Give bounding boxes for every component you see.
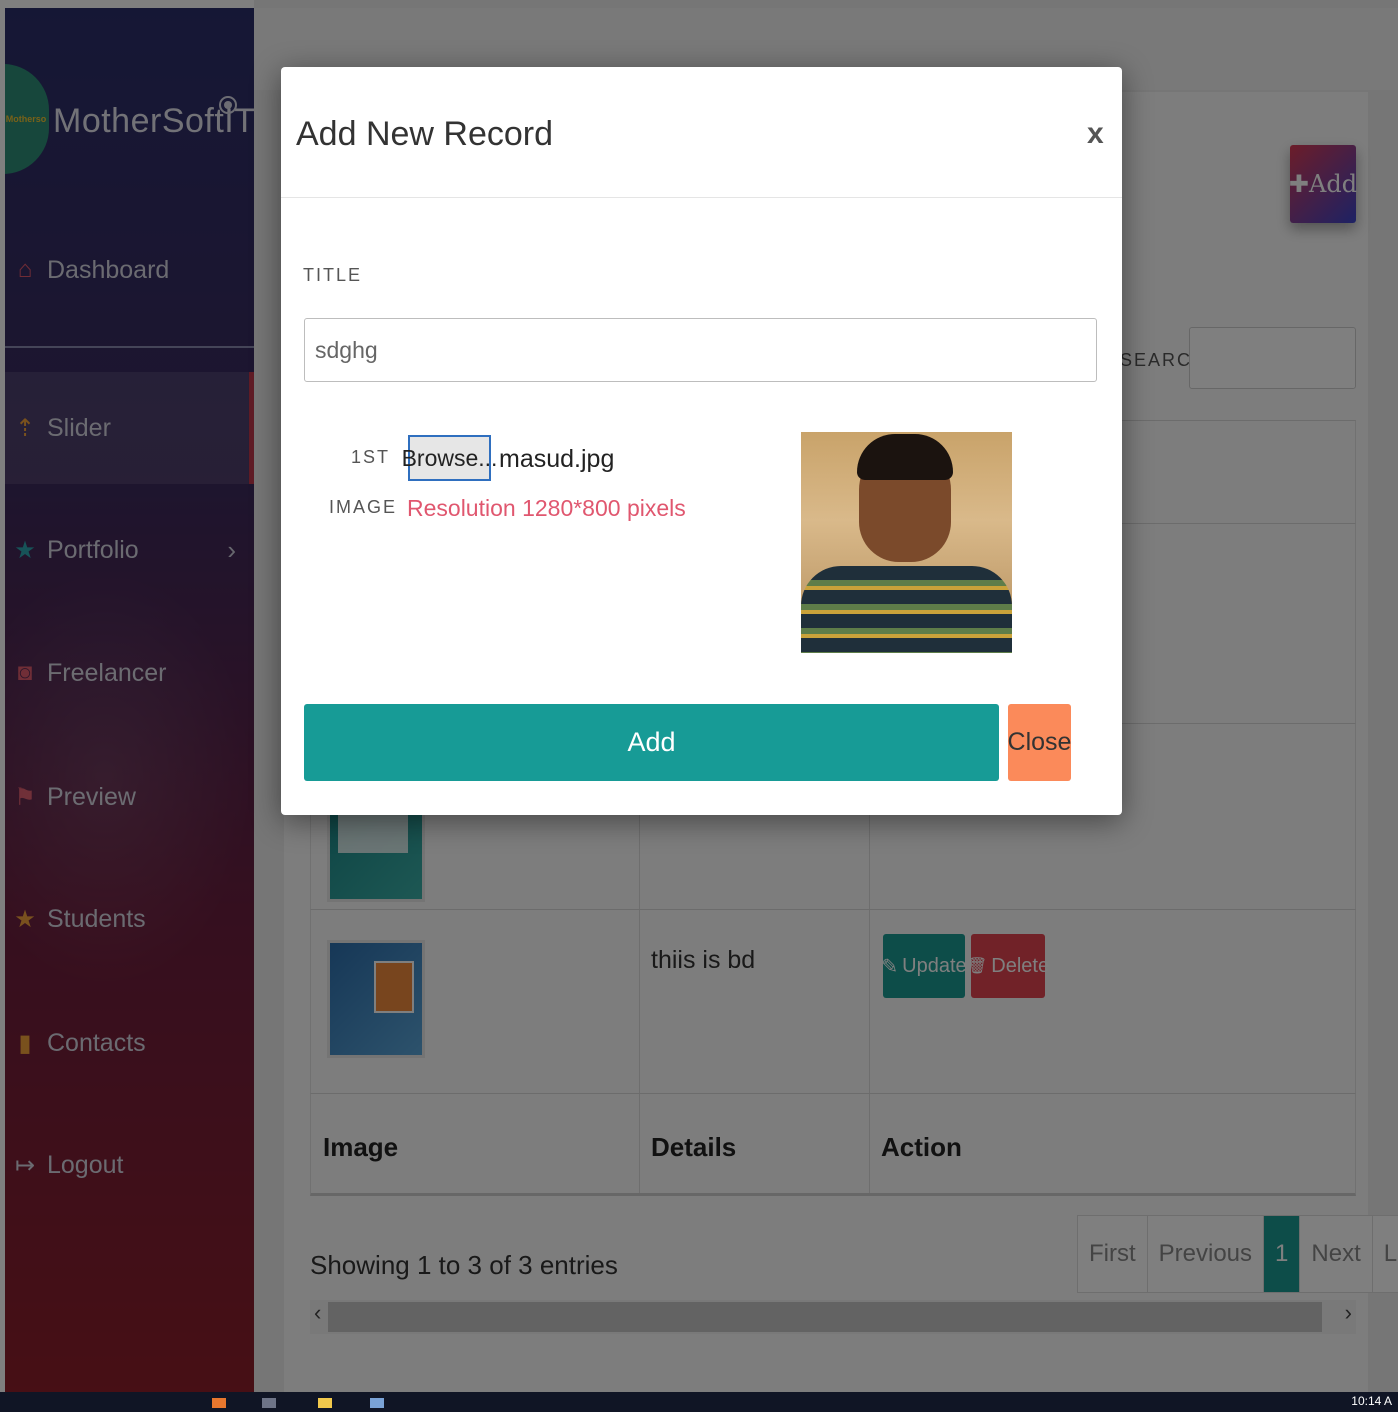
app-icon[interactable]: [262, 1398, 276, 1408]
add-record-modal: Add New Record x TITLE 1ST IMAGE Browse.…: [281, 67, 1122, 815]
selected-file-name: masud.jpg: [499, 445, 615, 473]
app-icon[interactable]: [318, 1398, 332, 1408]
preview-hair: [857, 434, 953, 480]
image-label: 1ST: [351, 447, 391, 467]
app-icon[interactable]: [212, 1398, 226, 1408]
modal-header: Add New Record x: [281, 67, 1122, 198]
browse-button[interactable]: Browse...: [402, 435, 497, 481]
preview-shirt: [801, 566, 1012, 653]
modal-title: Add New Record: [296, 115, 554, 153]
submit-add-button[interactable]: Add: [304, 704, 999, 781]
clock[interactable]: 10:14 A: [1351, 1394, 1392, 1408]
close-button[interactable]: Close: [1008, 704, 1071, 781]
close-icon[interactable]: x: [1087, 117, 1104, 151]
title-label: TITLE: [303, 265, 363, 285]
resolution-hint: Resolution 1280*800 pixels: [407, 495, 686, 521]
image-preview: [801, 432, 1012, 653]
title-input[interactable]: [304, 318, 1097, 382]
os-taskbar: 10:14 A: [0, 1392, 1398, 1412]
app-icon[interactable]: [370, 1398, 384, 1408]
image-label: IMAGE: [329, 497, 398, 517]
